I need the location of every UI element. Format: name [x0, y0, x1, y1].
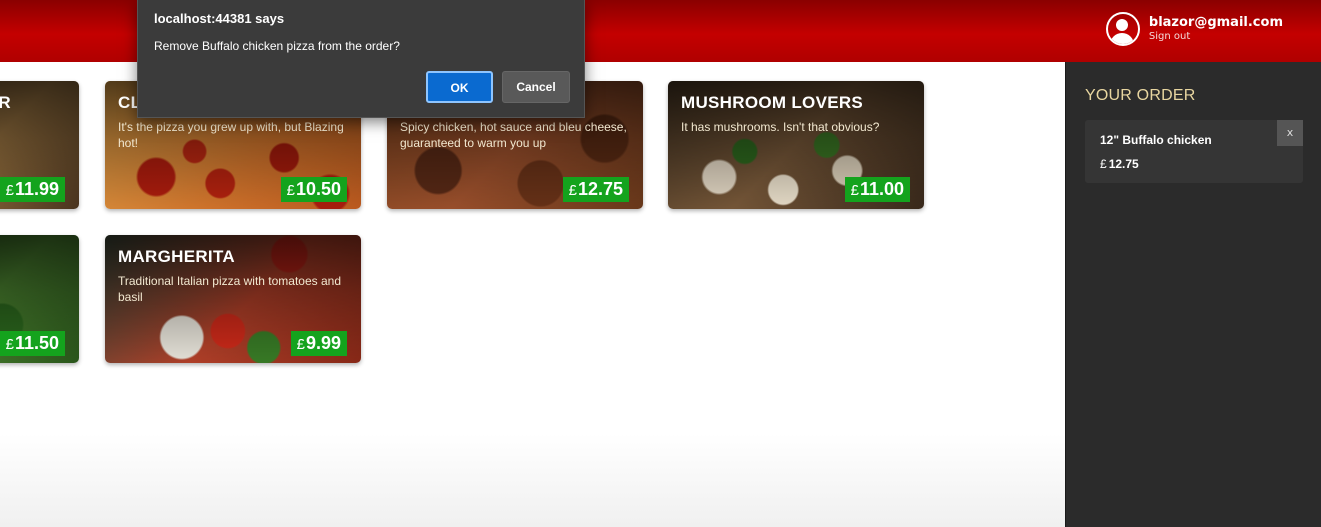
dialog-title: localhost:44381 says	[154, 11, 285, 26]
pizza-description: It has mushrooms. Isn't that obvious?	[681, 120, 880, 134]
pizza-title: MARGHERITA	[118, 247, 235, 266]
pizza-menu: R £11.99 CL It's the pizza you grew up w…	[0, 62, 1065, 527]
pizza-price: £11.00	[844, 177, 910, 202]
pizza-card[interactable]: £11.50	[0, 235, 79, 363]
user-circle-icon	[1105, 12, 1140, 46]
remove-item-button[interactable]: x	[1277, 120, 1303, 146]
pizza-card[interactable]: MUSHROOM LOVERS It has mushrooms. Isn't …	[668, 81, 924, 209]
order-item: 12" Buffalo chicken £12.75 x	[1085, 120, 1303, 183]
user-info: blazor@gmail.com Sign out	[1105, 12, 1283, 46]
pizza-description: Spicy chicken, hot sauce and bleu cheese…	[400, 120, 627, 150]
order-heading: YOUR ORDER	[1085, 87, 1196, 104]
confirm-dialog: localhost:44381 says Remove Buffalo chic…	[137, 0, 585, 118]
pizza-card[interactable]: MARGHERITA Traditional Italian pizza wit…	[105, 235, 361, 363]
dialog-message: Remove Buffalo chicken pizza from the or…	[154, 39, 400, 53]
ok-button[interactable]: OK	[426, 71, 493, 103]
pizza-description: It's the pizza you grew up with, but Bla…	[118, 120, 344, 150]
order-item-name: 12" Buffalo chicken	[1100, 133, 1212, 147]
sign-out-link[interactable]: Sign out	[1149, 31, 1283, 43]
order-item-price: £12.75	[1100, 157, 1139, 171]
pizza-price: £11.99	[0, 177, 65, 202]
pizza-price: £11.50	[0, 331, 65, 356]
user-email: blazor@gmail.com	[1148, 15, 1283, 30]
pizza-price: £10.50	[280, 177, 347, 202]
pizza-price: £9.99	[290, 331, 347, 356]
pizza-title: MUSHROOM LOVERS	[681, 93, 864, 112]
cancel-button[interactable]: Cancel	[502, 71, 570, 103]
pizza-card[interactable]: R £11.99	[0, 81, 79, 209]
pizza-description: Traditional Italian pizza with tomatoes …	[118, 274, 342, 304]
pizza-price: £12.75	[562, 177, 629, 202]
pizza-title: R	[0, 93, 11, 112]
order-panel: YOUR ORDER 12" Buffalo chicken £12.75 x	[1065, 62, 1321, 527]
